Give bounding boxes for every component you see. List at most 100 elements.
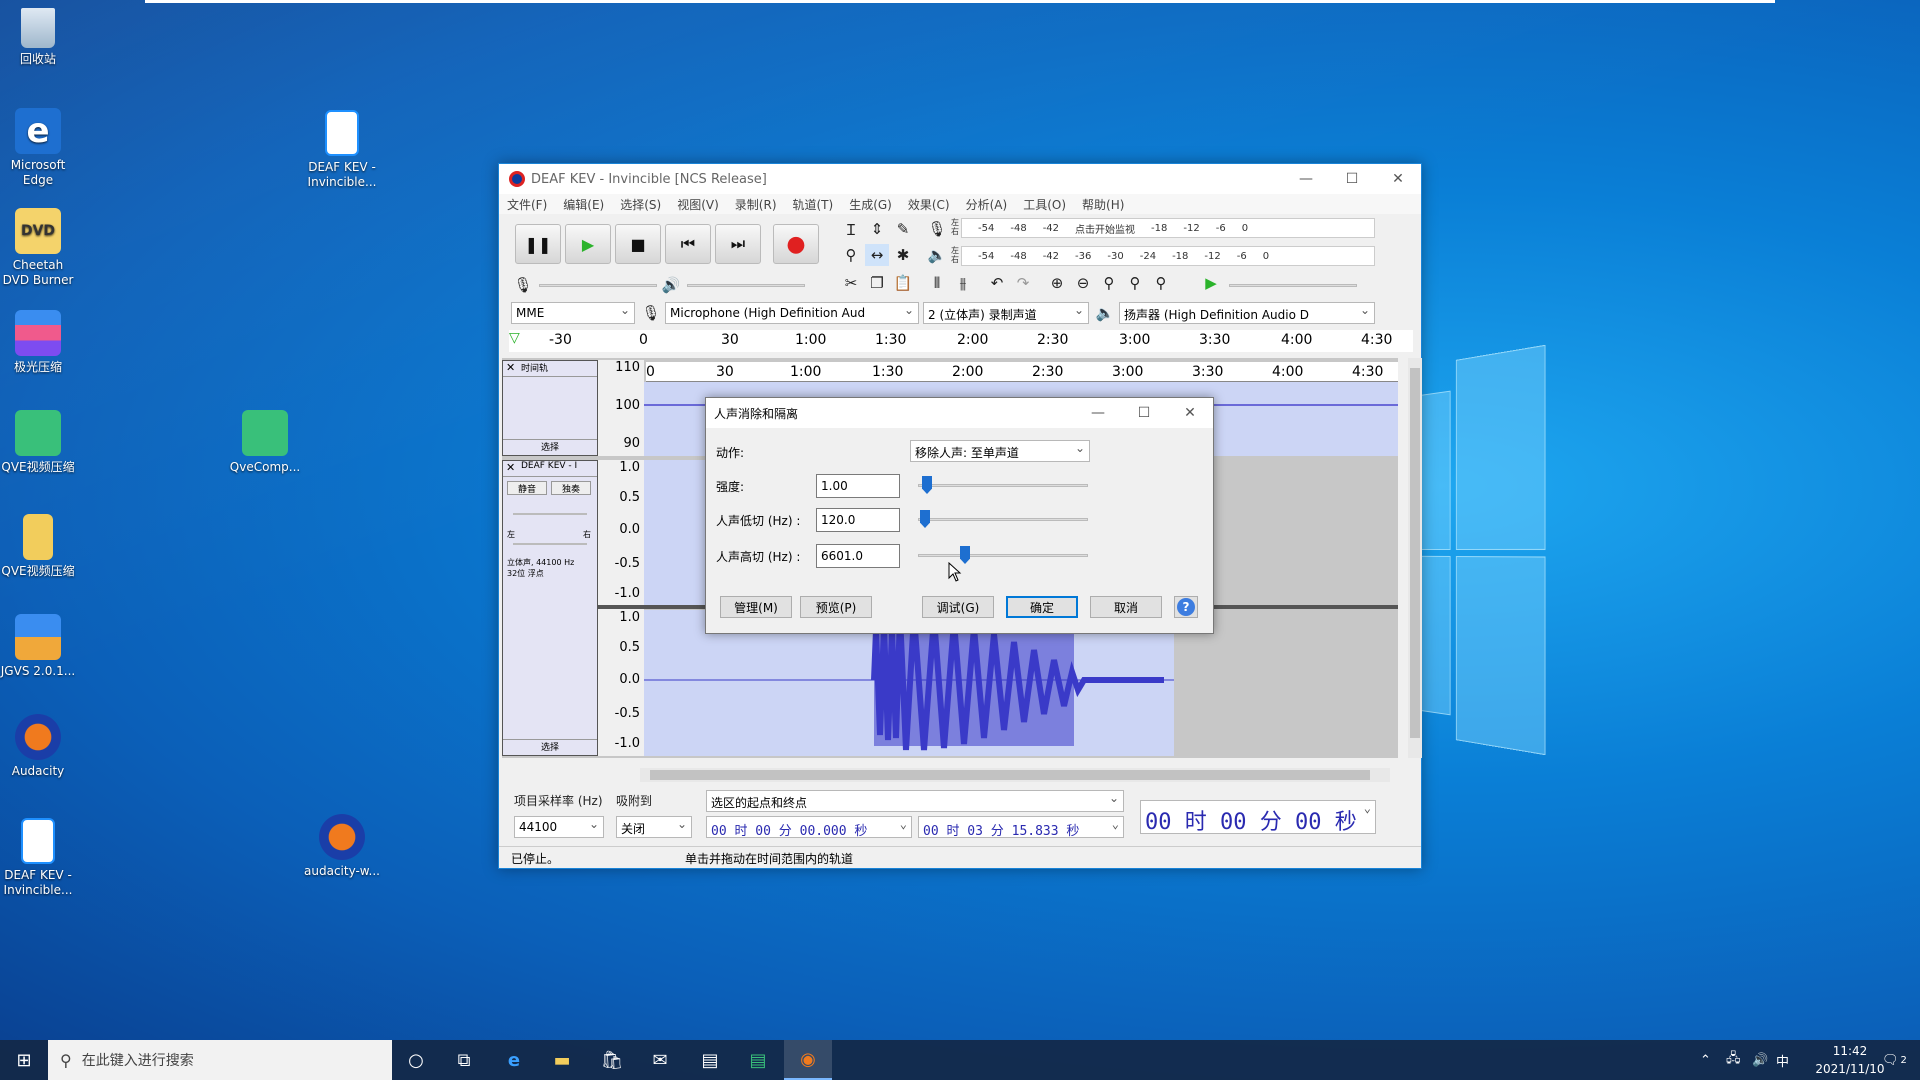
- play-meter-speaker[interactable]: 🔈: [925, 244, 949, 266]
- time-track-select-button[interactable]: 选择: [503, 439, 597, 455]
- audio-position-time[interactable]: 00 时 00 分 00 秒: [1140, 800, 1376, 834]
- low-cut-slider[interactable]: [918, 518, 1088, 521]
- dialog-titlebar[interactable]: 人声消除和隔离 — ☐ ✕: [706, 398, 1213, 428]
- desktop-icon-qvecomp[interactable]: QveComp...: [225, 410, 305, 475]
- menu-edit[interactable]: 编辑(E): [563, 196, 604, 213]
- zoom-tool[interactable]: ⚲: [839, 244, 863, 266]
- menu-select[interactable]: 选择(S): [620, 196, 661, 213]
- preview-button[interactable]: 预览(P): [800, 596, 872, 618]
- pause-button[interactable]: ❚❚: [515, 224, 561, 264]
- debug-button[interactable]: 调试(G): [922, 596, 994, 618]
- vertical-scrollbar-thumb[interactable]: [1410, 368, 1420, 738]
- desktop-icon-deafkev-2[interactable]: DEAF KEV - Invincible...: [302, 110, 382, 190]
- dialog-maximize-button[interactable]: ☐: [1121, 398, 1167, 428]
- taskbar-edge[interactable]: e: [490, 1040, 538, 1080]
- recording-channels-select[interactable]: 2 (立体声) 录制声道: [923, 302, 1089, 324]
- menu-record[interactable]: 录制(R): [735, 196, 777, 213]
- multi-tool[interactable]: ✱: [891, 244, 915, 266]
- zoom-out-button[interactable]: ⊖: [1071, 272, 1095, 294]
- selection-start-time[interactable]: 00 时 00 分 00.000 秒: [706, 816, 912, 838]
- menu-help[interactable]: 帮助(H): [1082, 196, 1124, 213]
- selection-mode-select[interactable]: 选区的起点和终点: [706, 790, 1124, 812]
- audio-track-close-icon[interactable]: ✕: [506, 461, 515, 474]
- gain-slider[interactable]: [513, 513, 587, 515]
- paste-button[interactable]: 📋: [891, 272, 915, 294]
- record-meter[interactable]: -54 -48 -42 点击开始监视 -18 -12 -6 0: [961, 218, 1375, 238]
- undo-button[interactable]: ↶: [985, 272, 1009, 294]
- cortana-button[interactable]: ○: [392, 1040, 440, 1080]
- time-track-close-icon[interactable]: ✕: [506, 361, 515, 374]
- action-center-button[interactable]: 🗨 2: [1882, 1040, 1907, 1080]
- taskbar-qve[interactable]: ▤: [734, 1040, 782, 1080]
- menu-generate[interactable]: 生成(G): [849, 196, 892, 213]
- window-titlebar[interactable]: DEAF KEV - Invincible [NCS Release] — ☐ …: [499, 164, 1421, 194]
- task-view-button[interactable]: ⧉: [440, 1040, 488, 1080]
- playback-meter[interactable]: -54 -48 -42 -36 -30 -24 -18 -12 -6 0: [961, 246, 1375, 266]
- fit-selection-button[interactable]: ⚲: [1097, 272, 1121, 294]
- fit-project-button[interactable]: ⚲: [1123, 272, 1147, 294]
- dialog-minimize-button[interactable]: —: [1075, 398, 1121, 428]
- tray-overflow[interactable]: ⌃: [1700, 1040, 1711, 1080]
- menu-view[interactable]: 视图(V): [677, 196, 719, 213]
- recording-device-select[interactable]: Microphone (High Definition Aud: [665, 302, 919, 324]
- playback-device-select[interactable]: 扬声器 (High Definition Audio D: [1119, 302, 1375, 324]
- selection-tool[interactable]: Ｉ: [839, 218, 863, 240]
- desktop-icon-deafkev-1[interactable]: DEAF KEV - Invincible...: [0, 818, 78, 898]
- play-at-speed-button[interactable]: ▶: [1199, 272, 1223, 294]
- project-rate-select[interactable]: 44100: [514, 816, 604, 838]
- cancel-button[interactable]: 取消: [1090, 596, 1162, 618]
- cut-button[interactable]: ✂: [839, 272, 863, 294]
- strength-slider[interactable]: [918, 484, 1088, 487]
- menu-tracks[interactable]: 轨道(T): [793, 196, 834, 213]
- zoom-in-button[interactable]: ⊕: [1045, 272, 1069, 294]
- desktop-icon-cheetah-dvd[interactable]: DVD Cheetah DVD Burner: [0, 208, 78, 288]
- time-track-name[interactable]: 时间轨: [503, 361, 597, 377]
- playback-volume-slider[interactable]: [687, 284, 805, 287]
- vertical-scrollbar[interactable]: [1408, 358, 1422, 758]
- recording-volume-slider[interactable]: [539, 284, 657, 287]
- selection-end-time[interactable]: 00 时 03 分 15.833 秒: [918, 816, 1124, 838]
- draw-tool[interactable]: ✎: [891, 218, 915, 240]
- action-select[interactable]: 移除人声: 至单声道: [910, 440, 1090, 462]
- desktop-icon-recycle-bin[interactable]: 回收站: [0, 8, 78, 67]
- desktop-icon-jiguang[interactable]: 极光压缩: [0, 310, 78, 375]
- menu-effect[interactable]: 效果(C): [908, 196, 950, 213]
- play-button[interactable]: ▶: [565, 224, 611, 264]
- mute-button[interactable]: 静音: [507, 481, 547, 495]
- taskbar-mail[interactable]: ✉: [636, 1040, 684, 1080]
- manage-button[interactable]: 管理(M): [720, 596, 792, 618]
- high-cut-slider[interactable]: [918, 554, 1088, 557]
- tray-network[interactable]: 🖧: [1726, 1040, 1741, 1080]
- envelope-tool[interactable]: ⇕: [865, 218, 889, 240]
- menu-tools[interactable]: 工具(O): [1023, 196, 1066, 213]
- desktop-icon-jgvs[interactable]: JGVS 2.0.1...: [0, 614, 78, 679]
- play-speed-slider[interactable]: [1229, 284, 1357, 287]
- low-cut-input[interactable]: 120.0: [816, 508, 900, 532]
- stop-button[interactable]: ■: [615, 224, 661, 264]
- minimize-button[interactable]: —: [1283, 164, 1329, 194]
- desktop-icon-audacity-installer[interactable]: audacity-w...: [302, 814, 382, 879]
- skip-end-button[interactable]: ⏭: [715, 224, 761, 264]
- silence-button[interactable]: ⫵: [951, 272, 975, 294]
- snap-to-select[interactable]: 关闭: [616, 816, 692, 838]
- horizontal-scrollbar-thumb[interactable]: [650, 770, 1370, 780]
- ok-button[interactable]: 确定: [1006, 596, 1078, 618]
- dialog-close-button[interactable]: ✕: [1167, 398, 1213, 428]
- record-button[interactable]: ●: [773, 224, 819, 264]
- audio-host-select[interactable]: MME: [511, 302, 635, 324]
- taskbar-search-box[interactable]: ⚲ 在此键入进行搜索: [48, 1040, 392, 1080]
- time-track-control[interactable]: 时间轨 ✕ 选择: [502, 360, 598, 456]
- high-cut-input[interactable]: 6601.0: [816, 544, 900, 568]
- taskbar-store[interactable]: 🛍: [588, 1040, 636, 1080]
- taskbar-app-1[interactable]: ▤: [686, 1040, 734, 1080]
- audio-track-name[interactable]: DEAF KEV - I: [503, 461, 597, 477]
- menu-file[interactable]: 文件(F): [507, 196, 547, 213]
- skip-start-button[interactable]: ⏮: [665, 224, 711, 264]
- desktop-icon-edge[interactable]: e Microsoft Edge: [0, 108, 78, 188]
- horizontal-scrollbar[interactable]: [640, 768, 1390, 782]
- desktop-icon-qve-1[interactable]: QVE视频压缩: [0, 410, 78, 475]
- zoom-toggle-button[interactable]: ⚲: [1149, 272, 1173, 294]
- taskbar-audacity[interactable]: ◉: [784, 1040, 832, 1080]
- audio-track-select-button[interactable]: 选择: [503, 739, 597, 755]
- record-meter-mic[interactable]: 🎙: [925, 218, 949, 240]
